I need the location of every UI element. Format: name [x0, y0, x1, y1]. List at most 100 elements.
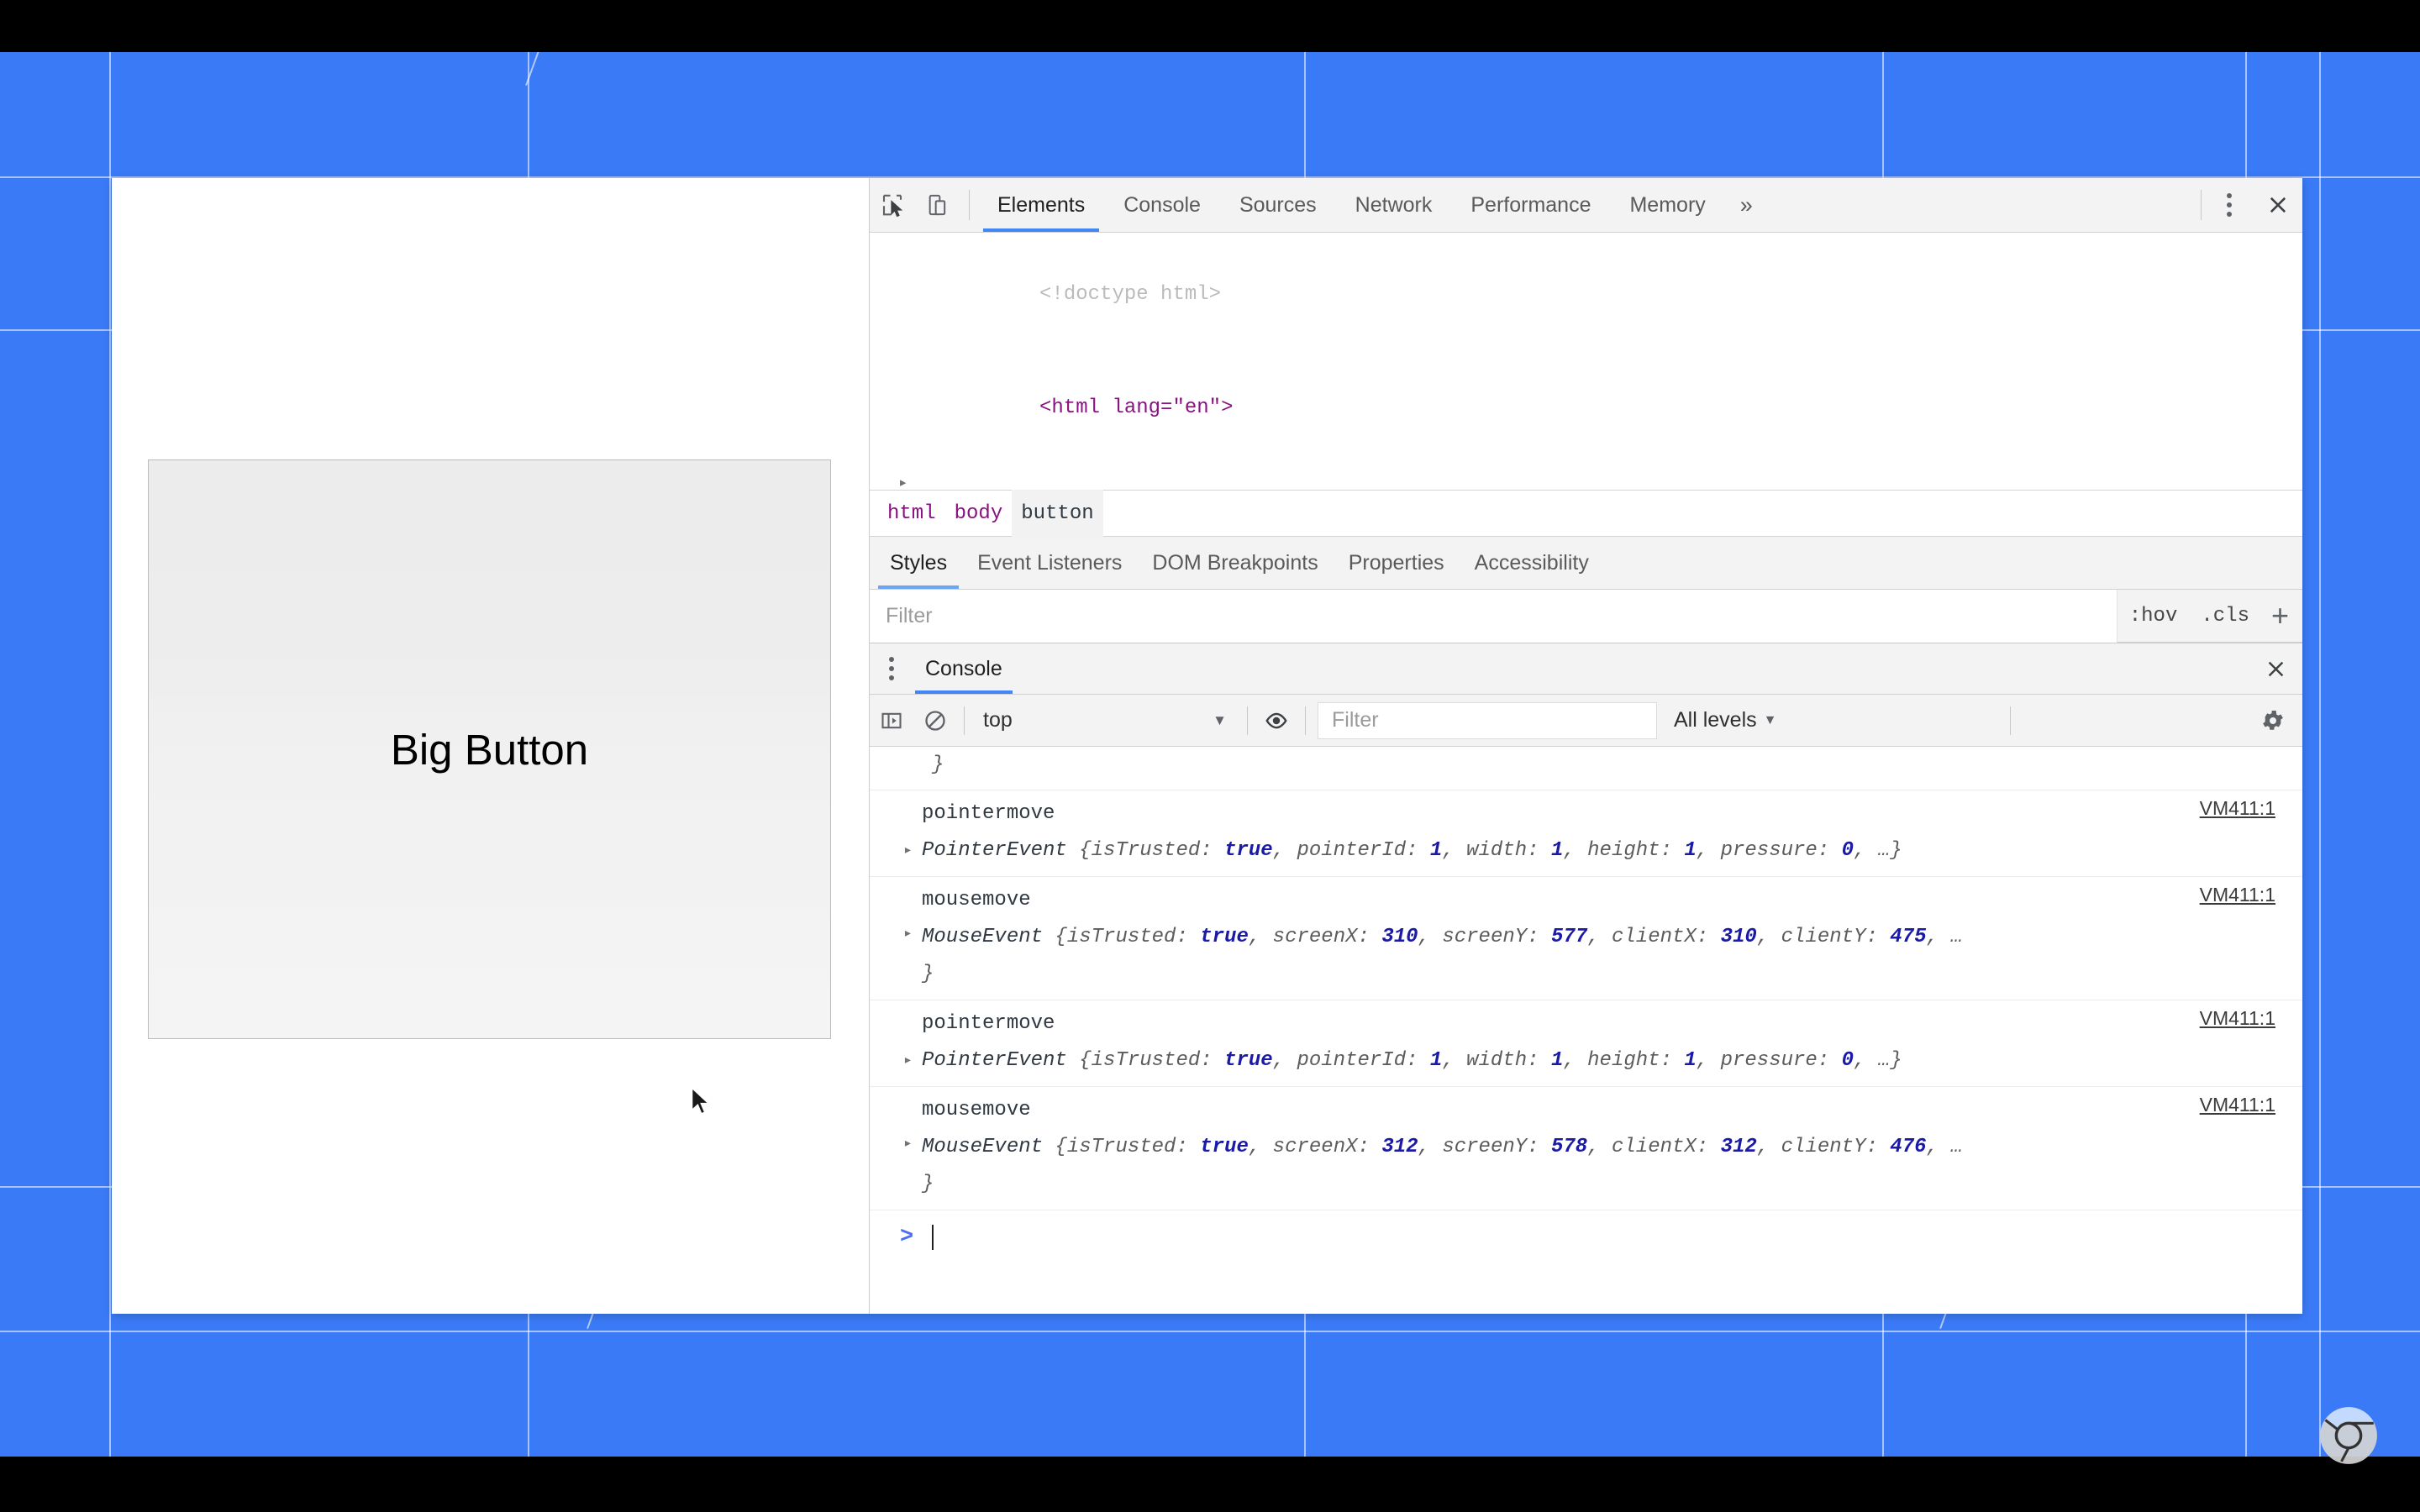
console-message[interactable]: mousemove ▸ MouseEvent {isTrusted: true,… — [870, 1087, 2302, 1210]
toolbar-divider — [964, 706, 965, 735]
console-message[interactable]: mousemove ▸ MouseEvent {isTrusted: true,… — [870, 877, 2302, 1000]
event-name: mousemove — [922, 889, 1031, 911]
big-button[interactable]: Big Button — [148, 459, 831, 1039]
console-prompt[interactable]: > — [870, 1210, 2302, 1264]
object-props: {isTrusted: true, screenX: 312, screenY:… — [1055, 1136, 1963, 1158]
console-sidebar-icon[interactable] — [870, 709, 913, 732]
wallpaper-line — [525, 52, 706, 86]
text-caret — [932, 1225, 934, 1250]
expand-arrow-icon[interactable]: ▸ — [898, 465, 908, 490]
source-link[interactable]: VM411:1 — [2200, 884, 2275, 906]
toolbar-divider — [969, 190, 970, 220]
console-toolbar: top ▼ Filter All levels ▼ — [870, 695, 2302, 747]
toolbar-divider — [2009, 706, 2011, 735]
console-message-partial[interactable]: } — [870, 747, 2302, 790]
clear-console-icon[interactable] — [913, 709, 957, 732]
toolbar-divider — [1247, 706, 1248, 735]
tab-network[interactable]: Network — [1336, 178, 1452, 232]
console-message[interactable]: pointermove ▸ PointerEvent {isTrusted: t… — [870, 1000, 2302, 1087]
chrome-logo-icon — [2320, 1407, 2377, 1464]
live-expression-icon[interactable] — [1255, 708, 1298, 733]
console-message-list[interactable]: } pointermove ▸ PointerEvent {isTrusted:… — [870, 747, 2302, 1314]
toggle-pseudo-states-button[interactable]: :hov — [2118, 605, 2190, 627]
tab-memory[interactable]: Memory — [1610, 178, 1724, 232]
more-tools-icon[interactable] — [870, 643, 913, 694]
breadcrumb-item-body[interactable]: body — [945, 490, 1013, 537]
log-level-value: All levels — [1674, 708, 1757, 732]
drawer-header: Console — [870, 643, 2302, 695]
dom-line-html[interactable]: <html lang="en"> — [870, 351, 2302, 465]
dom-line-head[interactable]: ▸ <head>…</head> — [870, 465, 2302, 490]
object-class-name: PointerEvent — [922, 839, 1067, 862]
execution-context-value: top — [983, 708, 1013, 732]
source-link[interactable]: VM411:1 — [2200, 1094, 2275, 1116]
tab-sources[interactable]: Sources — [1220, 178, 1336, 232]
device-toolbar-icon[interactable] — [915, 178, 960, 232]
tab-console[interactable]: Console — [1104, 178, 1220, 232]
event-object-preview[interactable]: ▸ PointerEvent {isTrusted: true, pointer… — [870, 1042, 2302, 1079]
toggle-element-classes-button[interactable]: .cls — [2189, 605, 2261, 627]
tab-performance[interactable]: Performance — [1451, 178, 1610, 232]
event-object-preview[interactable]: ▸ MouseEvent {isTrusted: true, screenX: … — [870, 1129, 2302, 1203]
more-options-icon[interactable] — [2205, 178, 2254, 232]
styles-sidebar-tab-strip: Styles Event Listeners DOM Breakpoints P… — [870, 537, 2302, 590]
devtools-toolbar-right — [2194, 178, 2302, 232]
tab-properties[interactable]: Properties — [1334, 537, 1460, 589]
breadcrumb-item-html[interactable]: html — [878, 490, 945, 537]
inspect-element-icon[interactable] — [870, 178, 915, 232]
object-class-name: MouseEvent — [922, 1136, 1044, 1158]
object-props: {isTrusted: true, pointerId: 1, width: 1… — [1079, 1049, 1902, 1072]
object-closing-brace: } — [922, 1173, 934, 1195]
drawer-tab-console[interactable]: Console — [913, 643, 1014, 694]
console-filter-input[interactable]: Filter — [1318, 701, 1657, 739]
wallpaper-line — [0, 1331, 2420, 1332]
log-level-selector[interactable]: All levels ▼ — [1674, 708, 1777, 732]
browser-window: Big Button Elements Console Sources Netw… — [112, 178, 2302, 1314]
prompt-chevron-icon: > — [900, 1225, 914, 1250]
console-message[interactable]: pointermove ▸ PointerEvent {isTrusted: t… — [870, 790, 2302, 877]
object-closing-brace: } — [932, 753, 944, 776]
object-props: {isTrusted: true, screenX: 310, screenY:… — [1055, 926, 1963, 948]
toolbar-divider — [1305, 706, 1306, 735]
tab-styles[interactable]: Styles — [875, 537, 962, 589]
devtools-toolbar: Elements Console Sources Network Perform… — [870, 178, 2302, 233]
execution-context-selector[interactable]: top ▼ — [971, 708, 1240, 732]
breadcrumb: html body button — [870, 490, 2302, 537]
expand-arrow-icon[interactable]: ▸ — [903, 1042, 913, 1079]
devtools-tab-strip: Elements Console Sources Network Perform… — [978, 178, 1768, 232]
toolbar-divider — [2201, 190, 2202, 220]
wallpaper-line — [2319, 52, 2321, 1457]
wallpaper-line — [109, 52, 111, 1457]
event-name: pointermove — [922, 1012, 1055, 1035]
tab-event-listeners[interactable]: Event Listeners — [962, 537, 1137, 589]
close-drawer-icon[interactable] — [2249, 643, 2302, 694]
more-tabs-button[interactable]: » — [1725, 178, 1768, 232]
object-class-name: MouseEvent — [922, 926, 1044, 948]
gear-icon[interactable] — [2244, 708, 2302, 733]
tab-accessibility[interactable]: Accessibility — [1460, 537, 1604, 589]
breadcrumb-item-button[interactable]: button — [1012, 490, 1103, 537]
new-style-rule-button[interactable]: + — [2261, 601, 2302, 631]
event-name: mousemove — [922, 1099, 1031, 1121]
source-link[interactable]: VM411:1 — [2200, 797, 2275, 820]
dom-line-doctype[interactable]: <!doctype html> — [870, 238, 2302, 351]
screen: Big Button Elements Console Sources Netw… — [0, 0, 2420, 1512]
dom-text: <!doctype html> — [1039, 283, 1222, 306]
object-class-name: PointerEvent — [922, 1049, 1067, 1072]
styles-filter-row: Filter :hov .cls + — [870, 589, 2302, 643]
expand-arrow-icon[interactable]: ▸ — [903, 916, 913, 953]
event-object-preview[interactable]: ▸ MouseEvent {isTrusted: true, screenX: … — [870, 919, 2302, 993]
close-icon[interactable] — [2254, 178, 2302, 232]
styles-filter-input[interactable]: Filter — [870, 589, 2118, 643]
tab-elements[interactable]: Elements — [978, 178, 1104, 232]
event-object-preview[interactable]: ▸ PointerEvent {isTrusted: true, pointer… — [870, 832, 2302, 869]
expand-arrow-icon[interactable]: ▸ — [903, 1126, 913, 1163]
source-link[interactable]: VM411:1 — [2200, 1007, 2275, 1030]
tab-dom-breakpoints[interactable]: DOM Breakpoints — [1137, 537, 1333, 589]
expand-arrow-icon[interactable]: ▸ — [903, 832, 913, 869]
page-viewport: Big Button — [112, 178, 869, 1314]
devtools-panel: Elements Console Sources Network Perform… — [869, 178, 2302, 1314]
object-closing-brace: } — [922, 963, 934, 985]
chevron-down-icon: ▼ — [1213, 711, 1227, 728]
dom-tree[interactable]: <!doctype html> <html lang="en"> ▸ <head… — [870, 233, 2302, 490]
